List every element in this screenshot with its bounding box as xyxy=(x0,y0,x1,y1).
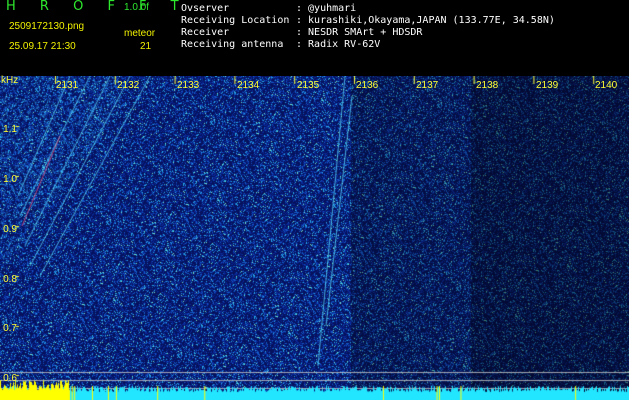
x-tick-label: 2131 xyxy=(56,80,79,91)
y-tick-label: 0.8 xyxy=(3,274,17,285)
y-tick-label: 1.1 xyxy=(3,124,17,135)
info-value-observer: : @yuhmari xyxy=(296,3,357,14)
info-label-observer: Ovserver xyxy=(181,3,230,14)
y-tick-label: 0.6 xyxy=(3,373,17,384)
spectrogram-canvas xyxy=(0,76,629,400)
x-tick-label: 2134 xyxy=(237,80,260,91)
meteor-label: meteor xyxy=(124,28,156,39)
y-tick-label: 1.0 xyxy=(3,174,17,185)
info-label-receiver: Receiver xyxy=(181,27,230,38)
app-version: 1.0.0f xyxy=(124,2,150,13)
image-filename: 2509172130.png xyxy=(9,21,85,32)
x-tick-label: 2137 xyxy=(416,80,439,91)
x-tick-label: 2135 xyxy=(297,80,320,91)
info-value-antenna: : Radix RV-62V xyxy=(296,39,381,50)
y-tick-label: 0.9 xyxy=(3,224,17,235)
header-panel: H R O F F T 1.0.0f 2509172130.png 25.09.… xyxy=(0,0,629,76)
x-tick-label: 2140 xyxy=(595,80,618,91)
y-tick-label: 0.7 xyxy=(3,323,17,334)
x-tick-label: 2132 xyxy=(117,80,140,91)
app-brand: H R O F F T xyxy=(6,0,189,14)
capture-datetime: 25.09.17 21:30 xyxy=(9,41,76,52)
x-tick-label: 2136 xyxy=(356,80,379,91)
info-label-location: Receiving Location xyxy=(181,15,290,26)
y-axis-unit: kHz xyxy=(1,75,19,86)
info-value-receiver: : NESDR SMArt + HDSDR xyxy=(296,27,423,38)
info-label-antenna: Receiving antenna xyxy=(181,39,284,50)
x-tick-label: 2139 xyxy=(536,80,559,91)
meteor-count: 21 xyxy=(140,41,152,52)
x-tick-label: 2133 xyxy=(177,80,200,91)
info-value-location: : kurashiki,Okayama,JAPAN (133.77E, 34.5… xyxy=(296,15,555,26)
x-tick-label: 2138 xyxy=(476,80,499,91)
